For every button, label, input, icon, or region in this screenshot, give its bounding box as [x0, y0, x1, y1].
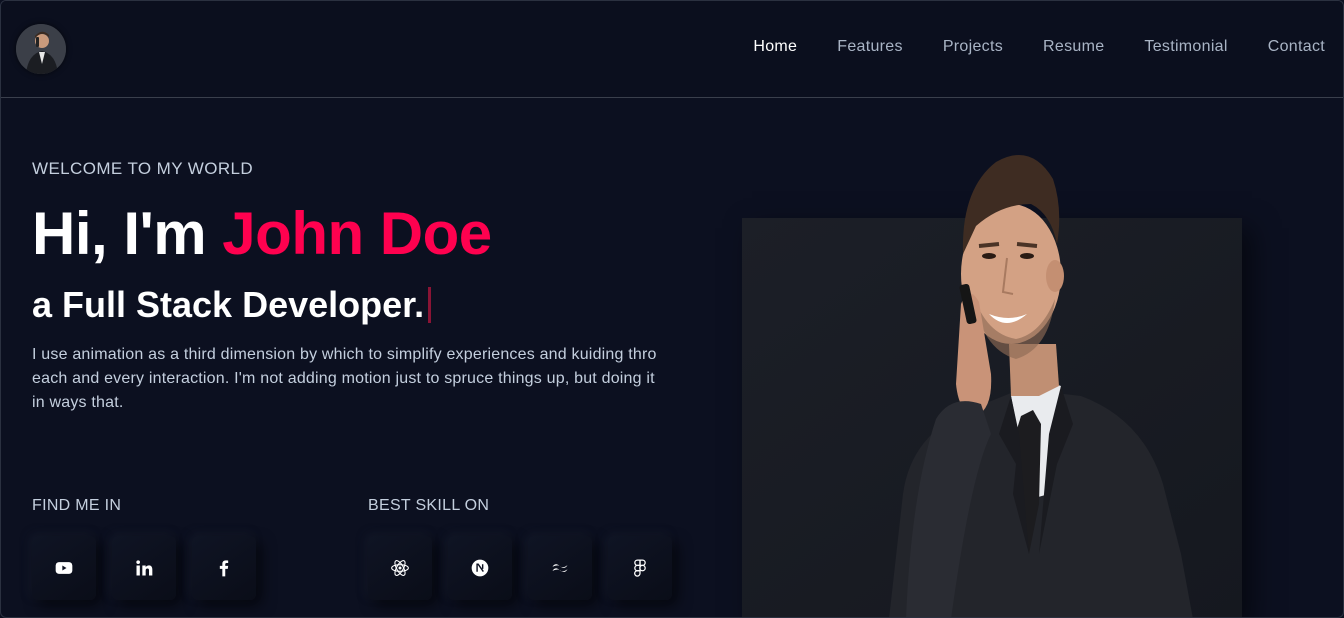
nav-features[interactable]: Features — [837, 38, 903, 56]
skills-label: BEST SKILL ON — [368, 497, 490, 514]
nextjs-icon — [471, 559, 489, 577]
hero-greeting: Hi, I'm — [32, 200, 223, 267]
nav-testimonial[interactable]: Testimonial — [1144, 38, 1227, 56]
tailwind-icon — [552, 564, 568, 573]
nextjs-skill-button[interactable] — [448, 536, 512, 600]
linkedin-button[interactable] — [112, 536, 176, 600]
hero-description: I use animation as a third dimension by … — [32, 346, 657, 411]
main-nav: Home Features Projects Resume Testimonia… — [713, 38, 1325, 56]
typing-cursor — [428, 287, 432, 323]
social-icons — [32, 536, 256, 600]
youtube-icon — [55, 562, 73, 574]
social-label: FIND ME IN — [32, 497, 122, 514]
nav-resume[interactable]: Resume — [1043, 38, 1104, 56]
youtube-button[interactable] — [32, 536, 96, 600]
facebook-icon — [219, 560, 229, 577]
nav-contact[interactable]: Contact — [1268, 38, 1325, 56]
hero-name: John Doe — [222, 200, 492, 267]
react-skill-button[interactable] — [368, 536, 432, 600]
linkedin-icon — [136, 560, 153, 576]
portrait-image — [889, 154, 1193, 617]
welcome-text: WELCOME TO MY WORLD — [32, 159, 254, 178]
app-frame: Home Features Projects Resume Testimonia… — [0, 0, 1344, 618]
role-text: a Full Stack Developer. — [32, 284, 425, 325]
nav-home[interactable]: Home — [753, 38, 797, 56]
facebook-button[interactable] — [192, 536, 256, 600]
site-header: Home Features Projects Resume Testimonia… — [1, 1, 1343, 98]
tailwind-skill-button[interactable] — [528, 536, 592, 600]
figma-icon — [634, 559, 646, 577]
avatar-image — [16, 24, 66, 74]
skill-icons — [368, 536, 672, 600]
avatar-logo[interactable] — [16, 24, 66, 74]
figma-skill-button[interactable] — [608, 536, 672, 600]
hero-title: Hi, I'm John Doe — [32, 199, 492, 268]
nav-projects[interactable]: Projects — [943, 38, 1003, 56]
hero-role: a Full Stack Developer. — [32, 284, 432, 326]
react-icon — [391, 560, 409, 576]
